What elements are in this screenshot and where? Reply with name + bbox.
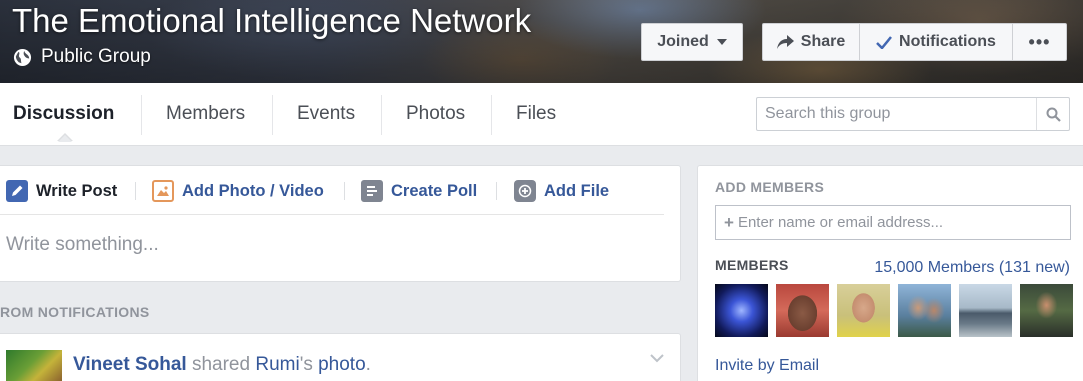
post-verb: shared bbox=[186, 354, 256, 375]
tab-divider bbox=[141, 95, 142, 135]
poll-icon bbox=[361, 180, 383, 202]
active-tab-pointer-inner bbox=[58, 135, 72, 142]
tab-events[interactable]: Events bbox=[297, 83, 355, 145]
avatar[interactable] bbox=[1020, 284, 1073, 337]
create-poll-tab[interactable]: Create Poll bbox=[361, 180, 477, 202]
more-dots-icon: ••• bbox=[1028, 31, 1051, 52]
add-file-label: Add File bbox=[544, 181, 610, 200]
add-photo-video-label: Add Photo / Video bbox=[182, 181, 324, 200]
feed-post: Vineet Sohal shared Rumi's photo. bbox=[0, 333, 681, 381]
group-search bbox=[756, 97, 1070, 131]
avatar[interactable] bbox=[776, 284, 829, 337]
post-owner-link[interactable]: Rumi bbox=[255, 354, 299, 375]
tab-photos[interactable]: Photos bbox=[406, 83, 465, 145]
composer-divider bbox=[135, 182, 136, 200]
tab-members[interactable]: Members bbox=[166, 83, 245, 145]
share-arrow-icon bbox=[776, 35, 794, 49]
tab-divider bbox=[272, 95, 273, 135]
avatar[interactable] bbox=[959, 284, 1012, 337]
create-poll-label: Create Poll bbox=[391, 181, 478, 200]
notifications-label: Notifications bbox=[899, 33, 996, 50]
joined-label: Joined bbox=[657, 33, 709, 50]
globe-icon bbox=[13, 48, 32, 66]
add-members-input[interactable] bbox=[737, 214, 1058, 231]
plus-icon: + bbox=[724, 213, 734, 232]
post-composer: Write Post Add Photo / Video Create Poll… bbox=[0, 165, 681, 282]
search-icon bbox=[1046, 107, 1061, 122]
group-cover: The Emotional Intelligence Network Publi… bbox=[0, 0, 1083, 83]
post-header: Vineet Sohal shared Rumi's photo. bbox=[73, 354, 371, 376]
privacy-label: Public Group bbox=[41, 46, 151, 67]
members-heading: MEMBERS bbox=[715, 257, 789, 273]
avatar[interactable] bbox=[715, 284, 768, 337]
file-add-icon bbox=[514, 180, 536, 202]
tab-divider bbox=[491, 95, 492, 135]
composer-divider bbox=[496, 182, 497, 200]
write-post-label: Write Post bbox=[36, 181, 118, 200]
tab-files[interactable]: Files bbox=[516, 83, 556, 145]
post-period: . bbox=[365, 354, 371, 375]
search-button[interactable] bbox=[1036, 98, 1069, 130]
search-input[interactable] bbox=[757, 98, 1037, 130]
members-sidebar: ADD MEMBERS + MEMBERS 15,000 Members (13… bbox=[697, 165, 1083, 381]
more-options-button[interactable]: ••• bbox=[1013, 24, 1066, 60]
header-action-group: Share Notifications ••• bbox=[762, 23, 1067, 61]
write-post-tab[interactable]: Write Post bbox=[6, 180, 117, 202]
chevron-down-icon[interactable] bbox=[650, 354, 664, 363]
invite-by-email-link[interactable]: Invite by Email bbox=[715, 357, 819, 375]
feed-section-label: ROM NOTIFICATIONS bbox=[0, 304, 150, 320]
add-photo-video-tab[interactable]: Add Photo / Video bbox=[152, 180, 324, 202]
add-file-tab[interactable]: Add File bbox=[514, 180, 609, 202]
composer-input[interactable]: Write something... bbox=[6, 234, 159, 256]
avatar[interactable] bbox=[898, 284, 951, 337]
composer-divider bbox=[344, 182, 345, 200]
avatar[interactable] bbox=[837, 284, 890, 337]
add-members-heading: ADD MEMBERS bbox=[715, 179, 825, 195]
member-avatars bbox=[715, 284, 1073, 337]
group-title[interactable]: The Emotional Intelligence Network bbox=[12, 2, 531, 40]
add-members-field: + bbox=[715, 205, 1071, 240]
joined-button[interactable]: Joined bbox=[641, 23, 743, 61]
composer-tabs: Write Post Add Photo / Video Create Poll… bbox=[0, 166, 664, 215]
post-author-link[interactable]: Vineet Sohal bbox=[73, 354, 187, 375]
share-label: Share bbox=[800, 33, 846, 50]
post-object-link[interactable]: photo bbox=[318, 354, 366, 375]
checkmark-icon bbox=[876, 35, 893, 49]
members-count-link[interactable]: 15,000 Members (131 new) bbox=[874, 259, 1070, 277]
pencil-icon bbox=[6, 180, 28, 202]
post-possessive: 's bbox=[299, 354, 319, 375]
notifications-button[interactable]: Notifications bbox=[860, 24, 1013, 60]
tab-divider bbox=[381, 95, 382, 135]
share-button[interactable]: Share bbox=[763, 24, 860, 60]
chevron-down-icon bbox=[716, 39, 727, 45]
avatar[interactable] bbox=[6, 350, 62, 381]
photo-icon bbox=[152, 180, 174, 202]
group-privacy[interactable]: Public Group bbox=[13, 46, 151, 68]
